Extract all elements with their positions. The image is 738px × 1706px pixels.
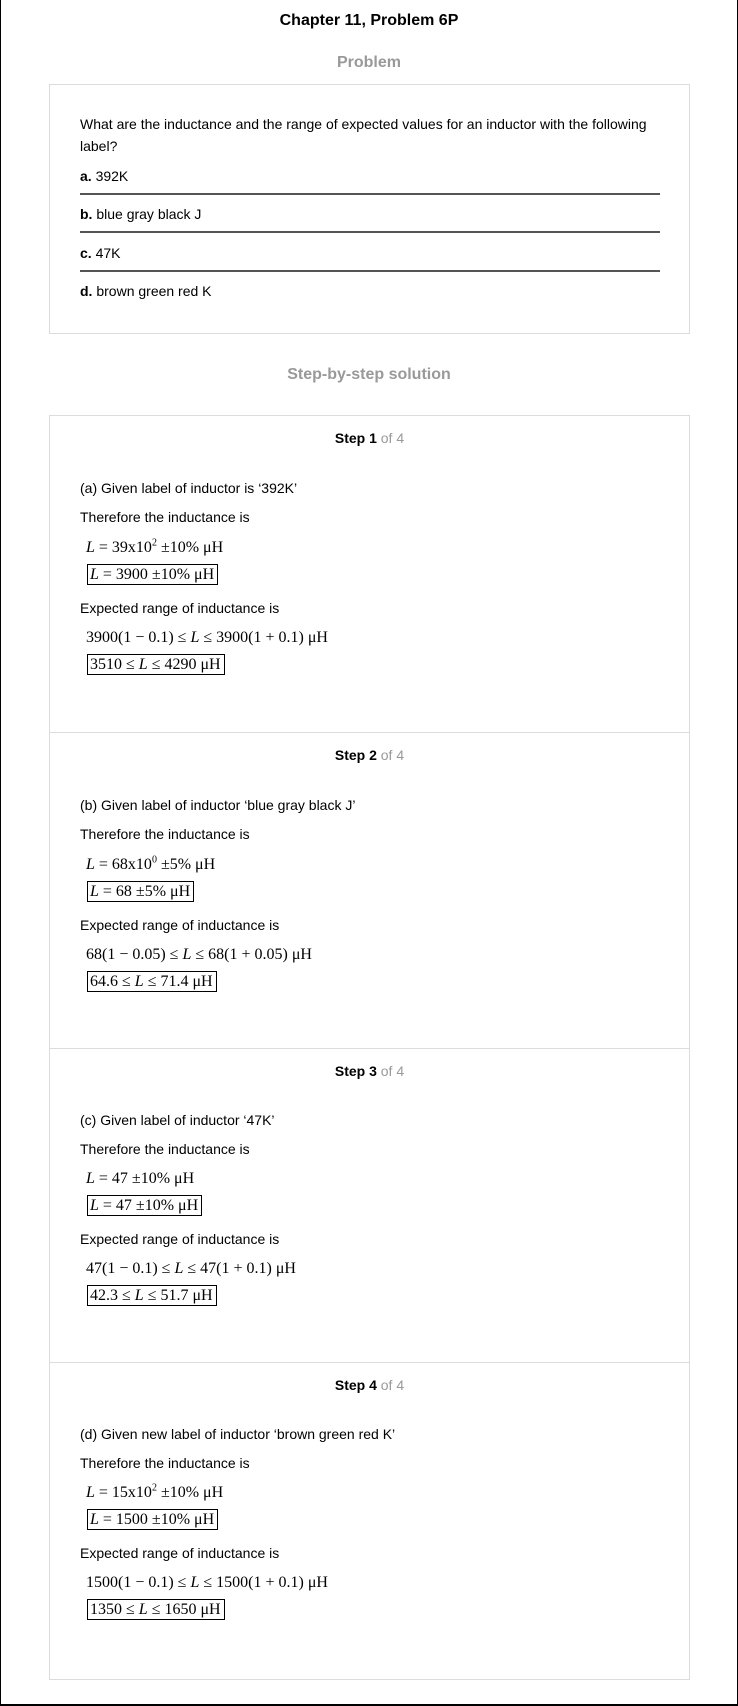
range-result-box: 64.6 ≤ L ≤ 71.4 μH [87, 971, 217, 992]
inductance-equation: L = 47 ±10% μH [86, 1170, 195, 1187]
step-therefore: Therefore the inductance is [80, 1141, 250, 1157]
part-text: 47K [95, 245, 121, 261]
part-text: 392K [95, 168, 129, 184]
step-given: (b) Given label of inductor ‘blue gray b… [80, 797, 356, 813]
part-b: b. blue gray black J [80, 205, 660, 223]
part-letter: c. [80, 245, 92, 261]
step-given: (c) Given label of inductor ‘47K’ [80, 1112, 275, 1128]
range-equation: 47(1 − 0.1) ≤ L ≤ 47(1 + 0.1) μH [86, 1260, 296, 1277]
step-given: (d) Given new label of inductor ‘brown g… [80, 1426, 396, 1442]
step-3: Step 3 of 4 (c) Given label of inductor … [50, 1049, 689, 1362]
step-2: Step 2 of 4 (b) Given label of inductor … [50, 733, 689, 1049]
step-title: Step 2 of 4 [334, 747, 405, 763]
range-equation: 1500(1 − 0.1) ≤ L ≤ 1500(1 + 0.1) μH [86, 1574, 328, 1591]
part-divider [80, 193, 660, 195]
part-divider [80, 270, 660, 272]
part-c: c. 47K [80, 244, 660, 262]
range-equation: 68(1 − 0.05) ≤ L ≤ 68(1 + 0.05) μH [86, 946, 312, 963]
inductance-equation: L = 39x102 ±10% μH [86, 537, 224, 556]
problem-question: What are the inductance and the range of… [80, 116, 647, 154]
step-title: Step 1 of 4 [334, 430, 405, 446]
part-d: d. brown green red K [80, 282, 660, 300]
part-letter: d. [80, 283, 93, 299]
step-expected: Expected range of inductance is [80, 1545, 280, 1561]
step-therefore: Therefore the inductance is [80, 1455, 250, 1471]
step-therefore: Therefore the inductance is [80, 826, 250, 842]
problem-heading: Problem [336, 54, 401, 71]
inductance-equation: L = 68x100 ±5% μH [86, 854, 216, 873]
chapter-title: Chapter 11, Problem 6P [279, 12, 459, 29]
part-text: brown green red K [96, 283, 212, 299]
step-4: Step 4 of 4 (d) Given new label of induc… [50, 1363, 689, 1679]
step-expected: Expected range of inductance is [80, 917, 280, 933]
solution-card: Step 1 of 4 (a) Given label of inductor … [49, 415, 690, 1680]
solution-heading: Step-by-step solution [287, 366, 451, 383]
part-a: a. 392K [80, 167, 660, 185]
inductance-result-box: L = 3900 ±10% μH [87, 564, 219, 585]
step-given: (a) Given label of inductor is ‘392K’ [80, 480, 298, 496]
part-letter: a. [80, 168, 92, 184]
part-text: blue gray black J [96, 206, 202, 222]
step-title: Step 3 of 4 [334, 1063, 405, 1079]
range-result-box: 1350 ≤ L ≤ 1650 μH [87, 1599, 225, 1620]
inductance-equation: L = 15x102 ±10% μH [86, 1482, 224, 1501]
part-letter: b. [80, 206, 93, 222]
inductance-result-box: L = 68 ±5% μH [87, 881, 195, 902]
step-1: Step 1 of 4 (a) Given label of inductor … [50, 416, 689, 732]
problem-card: What are the inductance and the range of… [49, 84, 690, 334]
inductance-result-box: L = 1500 ±10% μH [87, 1509, 219, 1530]
range-result-box: 3510 ≤ L ≤ 4290 μH [87, 654, 225, 675]
step-expected: Expected range of inductance is [80, 600, 280, 616]
step-title: Step 4 of 4 [334, 1377, 405, 1393]
range-result-box: 42.3 ≤ L ≤ 51.7 μH [87, 1285, 217, 1306]
part-divider [80, 231, 660, 233]
inductance-result-box: L = 47 ±10% μH [87, 1195, 203, 1216]
step-expected: Expected range of inductance is [80, 1231, 280, 1247]
step-therefore: Therefore the inductance is [80, 509, 250, 525]
range-equation: 3900(1 − 0.1) ≤ L ≤ 3900(1 + 0.1) μH [86, 629, 328, 646]
